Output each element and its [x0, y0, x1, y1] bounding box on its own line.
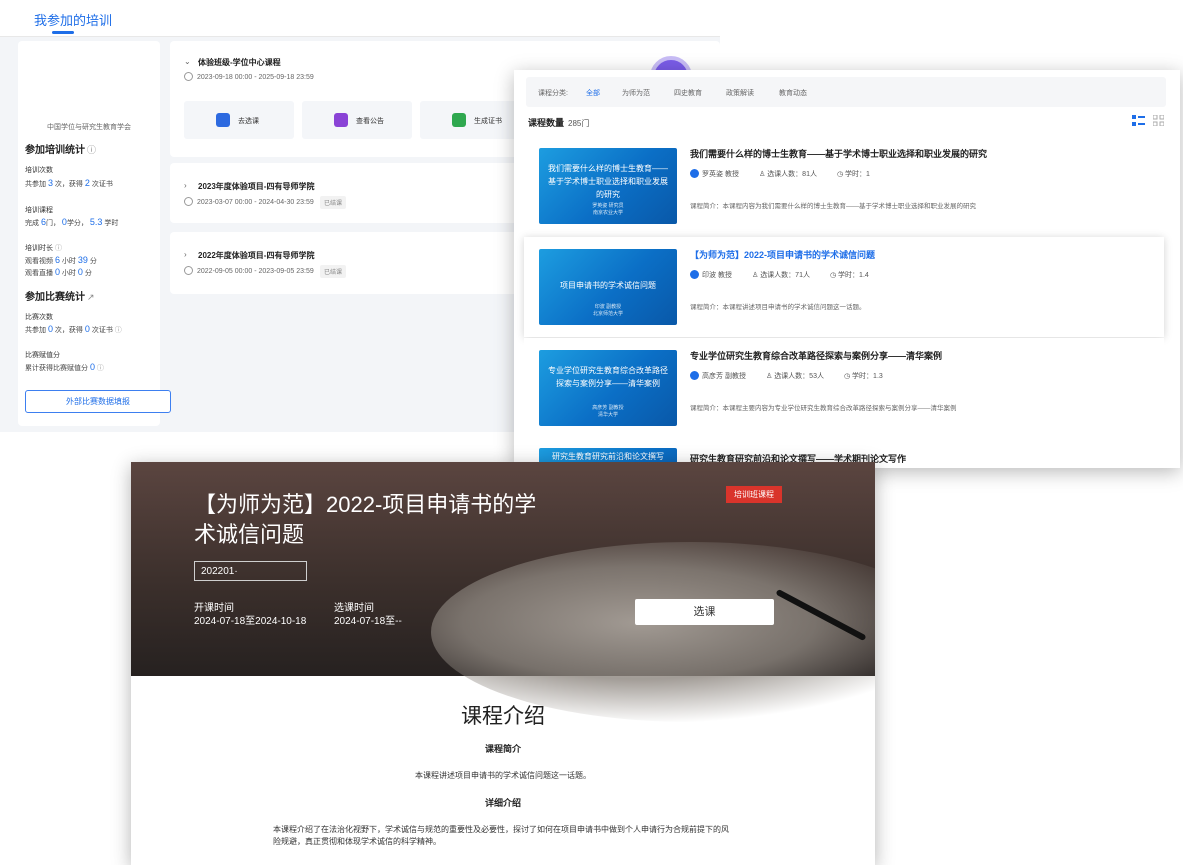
expand-chevron-icon[interactable]: ›: [184, 250, 187, 259]
section-heading: 课程介绍: [461, 705, 545, 728]
project-time: 2022-09-05 00:00 - 2023-09-05 23:59: [184, 266, 314, 275]
category-label: 课程分类:: [538, 90, 568, 97]
training-count-label: 培训次数: [25, 167, 53, 174]
live-duration: 观看直播 0 小时 0 分: [25, 267, 92, 277]
course-row[interactable]: 专业学位研究生教育综合改革路径探索与案例分享——清华案例 高彦芳 副教授 清华大学…: [524, 338, 1164, 438]
tab-my-trainings[interactable]: 我参加的培训: [34, 10, 112, 29]
clock-icon: [184, 72, 193, 81]
contest-count-value: 共参加 0 次，获得 0 次证书 ⓘ: [25, 324, 122, 334]
course-row[interactable]: 我们需要什么样的博士生教育——基于学术博士职业选择和职业发展的研究 罗英姿 研究员…: [524, 136, 1164, 236]
project-title: 2022年度体验项目-四有导师学院: [198, 251, 315, 260]
help-icon[interactable]: ⓘ: [87, 145, 96, 155]
detail-heading: 详细介绍: [484, 798, 521, 808]
view-notice-action[interactable]: 查看公告: [302, 101, 412, 139]
course-title: 【为师为范】2022-项目申请书的学术诚信问题: [194, 492, 537, 547]
class-code-field[interactable]: 202201·: [194, 561, 307, 581]
project-time: 2023-03-07 00:00 - 2024-04-30 23:59: [184, 197, 314, 206]
contest-count-label: 比赛次数: [25, 314, 53, 321]
course-thumbnail[interactable]: 我们需要什么样的博士生教育——基于学术博士职业选择和职业发展的研究 罗英姿 研究员…: [539, 148, 677, 224]
course-thumbnail[interactable]: 专业学位研究生教育综合改革路径探索与案例分享——清华案例 高彦芳 副教授 清华大学: [539, 350, 677, 426]
collapse-chevron-icon[interactable]: ⌄: [184, 57, 191, 66]
course-thumbnail[interactable]: 项目申请书的学术诚信问题 印波 副教授 北京师范大学: [539, 249, 677, 325]
book-image: [431, 542, 875, 722]
grid-view-icon[interactable]: [1153, 115, 1164, 126]
course-desc: 课程简介：本课程内容为我们需要什么样的博士生教育——基于学术博士职业选择和职业发…: [690, 203, 976, 210]
status-badge: 已结课: [320, 196, 347, 209]
contest-score-label: 比赛赋值分: [25, 352, 60, 359]
detail-text: 本课程介绍了在法治化视野下，学术诚信与规范的重要性及必要性，探讨了如何在项目申请…: [273, 825, 729, 846]
clock-icon: ◷: [836, 171, 846, 178]
start-time-value: 2024-07-18至2024-10-18: [194, 616, 307, 627]
course-title[interactable]: 专业学位研究生教育综合改革路径探索与案例分享——清华案例: [690, 349, 942, 362]
project-title: 体验班级-学位中心课程: [198, 58, 281, 67]
user-icon: ♙: [765, 373, 775, 380]
external-contest-data-button[interactable]: 外部比赛数据填报: [25, 390, 171, 413]
category-four-histories[interactable]: 四史教育: [674, 88, 702, 98]
course-label: 培训课程: [25, 207, 53, 214]
course-title[interactable]: 我们需要什么样的博士生教育——基于学术博士职业选择和职业发展的研究: [690, 147, 987, 160]
clock-icon: ◷: [843, 373, 853, 380]
notice-icon: [334, 113, 348, 127]
course-desc: 课程简介：本课程讲述项目申请书的学术诚信问题这一话题。: [690, 304, 866, 311]
list-view-icon[interactable]: [1132, 115, 1145, 126]
teacher-avatar-icon: [690, 169, 699, 178]
clock-icon: [184, 266, 193, 275]
hero-banner: 【为师为范】2022-项目申请书的学术诚信问题 培训班课程 202201· 开课…: [131, 462, 875, 722]
course-meta: 高彦芳 副教授 ♙ 选课人数：53人 ◷ 学时：1.3: [690, 371, 883, 381]
training-count-value: 共参加 3 次，获得 2 次证书: [25, 178, 113, 188]
course-detail-panel: 【为师为范】2022-项目申请书的学术诚信问题 培训班课程 202201· 开课…: [131, 462, 875, 865]
tab-underline: [52, 31, 74, 34]
course-row[interactable]: 项目申请书的学术诚信问题 印波 副教授 北京师范大学 【为师为范】2022-项目申…: [524, 237, 1164, 337]
info-icon[interactable]: ⓘ: [95, 365, 104, 372]
course-list-panel: 课程分类: 全部 为师为范 四史教育 政策解读 教育动态 课程数量 285门 我们…: [514, 70, 1180, 468]
course-desc: 课程简介：本课程主要内容为专业学位研究生教育综合改革路径探索与案例分享——清华案…: [690, 405, 957, 412]
category-policy[interactable]: 政策解读: [726, 88, 754, 98]
contest-score-value: 累计获得比赛赋值分 0 ⓘ: [25, 362, 104, 372]
category-filter-bar: 课程分类: 全部 为师为范 四史教育 政策解读 教育动态: [526, 77, 1166, 107]
course-count: 课程数量 285门: [528, 118, 590, 128]
stats-sidebar: 中国学位与研究生教育学会 参加培训统计 ⓘ 培训次数 共参加 3 次，获得 2 次…: [18, 41, 171, 426]
info-icon[interactable]: ⓘ: [113, 327, 122, 334]
info-icon[interactable]: ⓘ: [53, 245, 62, 252]
top-tab-bar: 我参加的培训: [0, 0, 720, 37]
teacher-avatar-icon: [690, 371, 699, 380]
video-duration: 观看视频 6 小时 39 分: [25, 255, 97, 265]
course-title[interactable]: 【为师为范】2022-项目申请书的学术诚信问题: [690, 248, 875, 261]
teacher-avatar-icon: [690, 270, 699, 279]
training-stats-heading: 参加培训统计 ⓘ: [25, 145, 97, 156]
project-title: 2023年度体验项目-四有导师学院: [198, 182, 315, 191]
category-news[interactable]: 教育动态: [779, 88, 807, 98]
brief-heading: 课程简介: [484, 744, 521, 754]
user-icon: ♙: [758, 171, 768, 178]
course-value: 完成 6门， 0学分， 5.3 学时: [25, 217, 119, 227]
org-name: 中国学位与研究生教育学会: [47, 124, 131, 131]
contest-stats-heading: 参加比赛统计 ↗: [25, 292, 95, 303]
course-icon: [216, 113, 230, 127]
external-link-icon[interactable]: ↗: [87, 292, 95, 302]
category-role-model[interactable]: 为师为范: [622, 88, 650, 98]
select-time-value: 2024-07-18至--: [334, 616, 402, 627]
clock-icon: ◷: [829, 272, 839, 279]
expand-chevron-icon[interactable]: ›: [184, 181, 187, 190]
status-badge: 已结课: [320, 265, 347, 278]
category-all[interactable]: 全部: [586, 88, 600, 98]
certificate-icon: [452, 113, 466, 127]
course-meta: 罗英姿 教授 ♙ 选课人数：81人 ◷ 学时：1: [690, 169, 870, 179]
user-icon: ♙: [751, 272, 761, 279]
clock-icon: [184, 197, 193, 206]
project-time: 2023-09-18 00:00 - 2025-09-18 23:59: [184, 72, 314, 81]
course-meta: 印波 教授 ♙ 选课人数：71人 ◷ 学时：1.4: [690, 270, 869, 280]
select-course-button[interactable]: 选课: [635, 599, 774, 625]
training-course-ribbon: 培训班课程: [726, 486, 782, 503]
select-course-action[interactable]: 去选课: [184, 101, 294, 139]
brief-text: 本课程讲述项目申请书的学术诚信问题这一话题。: [415, 771, 591, 780]
duration-label: 培训时长 ⓘ: [25, 245, 62, 252]
